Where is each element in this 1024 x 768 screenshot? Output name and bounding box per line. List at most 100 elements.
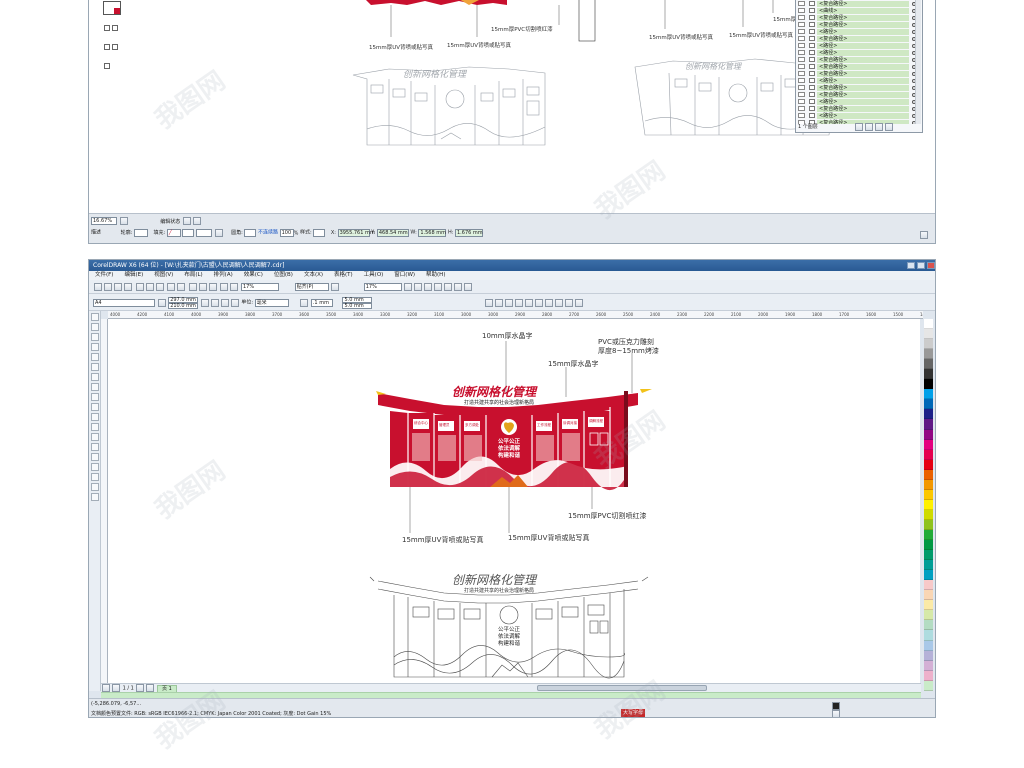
maximize-button[interactable] — [917, 262, 925, 269]
lock-checkbox[interactable] — [809, 92, 815, 97]
object-row[interactable]: <复合路径> — [798, 91, 916, 98]
units-select[interactable]: 毫米 — [254, 299, 289, 307]
palette-swatch[interactable] — [924, 600, 933, 611]
visibility-eye-icon[interactable] — [798, 99, 805, 104]
palette-swatch[interactable] — [924, 529, 933, 541]
w-field[interactable]: 1.568 mm — [418, 229, 447, 237]
menu-item[interactable]: 窗口(W) — [394, 272, 415, 278]
ungroup-icon[interactable] — [515, 299, 524, 307]
palette-swatch[interactable] — [924, 670, 933, 681]
palette-swatch[interactable] — [924, 329, 933, 340]
next-page-icon[interactable] — [136, 684, 145, 692]
visibility-eye-icon[interactable] — [798, 43, 805, 48]
paste-icon[interactable] — [155, 283, 164, 291]
visibility-eye-icon[interactable] — [798, 29, 805, 34]
zoom-arrow-icon[interactable] — [119, 217, 128, 225]
palette-swatch[interactable] — [924, 339, 933, 350]
delete-layer-icon[interactable] — [885, 123, 893, 131]
lock-checkbox[interactable] — [809, 71, 815, 76]
zoom-in-icon[interactable] — [404, 283, 413, 291]
page-size-select[interactable]: A4 — [93, 299, 155, 307]
open-file-icon[interactable] — [104, 283, 112, 291]
color-profile-info[interactable]: 文档颜色预置文件: RGB: sRGB IEC61966-2.1; CMYK: … — [91, 710, 331, 717]
percent-field[interactable]: 100 — [279, 229, 294, 237]
palette-swatch[interactable] — [924, 399, 933, 410]
visibility-eye-icon[interactable] — [798, 71, 805, 76]
visibility-eye-icon[interactable] — [798, 85, 805, 90]
palette-swatch[interactable] — [924, 630, 933, 641]
visibility-eye-icon[interactable] — [798, 78, 805, 83]
object-row[interactable]: <复合路径> — [798, 56, 916, 63]
palette-swatch[interactable] — [924, 540, 933, 551]
prev-page-icon[interactable] — [112, 684, 120, 692]
palette-swatch[interactable] — [924, 650, 933, 661]
zoom-selected-icon[interactable] — [424, 283, 433, 291]
zoom-level-select-2[interactable]: 17% — [363, 283, 402, 291]
style-field[interactable] — [313, 229, 326, 237]
lock-checkbox[interactable] — [809, 29, 815, 34]
portrait-icon[interactable] — [157, 299, 166, 307]
lock-checkbox[interactable] — [809, 8, 815, 13]
palette-swatch[interactable] — [924, 439, 933, 450]
palette-swatch[interactable] — [924, 550, 933, 561]
line-style-field[interactable] — [195, 229, 212, 237]
lock-checkbox[interactable] — [809, 64, 815, 69]
zoom-width-icon[interactable] — [454, 283, 463, 291]
shape-tool-icon[interactable] — [91, 323, 99, 331]
object-row[interactable]: <路径> — [798, 49, 916, 56]
object-row[interactable]: <路径> — [798, 42, 916, 49]
interactive-tool-icon[interactable] — [91, 443, 99, 451]
simplify-icon[interactable] — [565, 299, 574, 307]
snap-select[interactable]: 贴齐(P) — [294, 283, 329, 291]
lock-checkbox[interactable] — [809, 85, 815, 90]
group-icon[interactable] — [505, 299, 514, 307]
app-launcher-icon[interactable] — [220, 283, 229, 291]
menu-item[interactable]: 编辑(E) — [124, 272, 143, 278]
zoom-height-icon[interactable] — [464, 283, 473, 291]
pick-tool-icon[interactable] — [91, 313, 99, 321]
menu-item[interactable]: 排列(A) — [214, 272, 233, 278]
portrait-orientation-icon[interactable] — [200, 299, 209, 307]
align-icon[interactable] — [485, 299, 494, 307]
object-row[interactable]: <路径> — [798, 28, 916, 35]
lock-checkbox[interactable] — [809, 36, 815, 41]
eyedropper-tool-icon[interactable] — [91, 463, 99, 471]
weld-icon[interactable] — [535, 299, 544, 307]
intersect-icon[interactable] — [555, 299, 564, 307]
dimension-tool-icon[interactable] — [91, 423, 99, 431]
rectangle-tool-icon[interactable] — [91, 373, 99, 381]
nudge-icon[interactable] — [300, 299, 309, 307]
vertical-ruler[interactable] — [101, 319, 108, 691]
smart-fill-icon[interactable] — [91, 363, 99, 371]
object-row[interactable]: <复合路径> — [798, 84, 916, 91]
zoom-out-icon[interactable] — [414, 283, 423, 291]
visibility-eye-icon[interactable] — [798, 64, 805, 69]
corner-field[interactable] — [244, 229, 257, 237]
zoom-level-select[interactable]: 17% — [240, 283, 279, 291]
object-row[interactable]: <复合路径> — [798, 35, 916, 42]
visibility-eye-icon[interactable] — [798, 106, 805, 111]
lock-checkbox[interactable] — [809, 1, 815, 6]
menu-item[interactable]: 文件(F) — [95, 272, 113, 278]
search-icon[interactable] — [188, 283, 197, 291]
crop-tool-icon[interactable] — [91, 333, 99, 341]
front-minus-back-icon[interactable] — [575, 299, 584, 307]
object-row[interactable]: <曲线> — [798, 7, 916, 14]
page-height-field[interactable]: 210.0 mm — [168, 303, 199, 309]
first-page-icon[interactable] — [102, 684, 110, 692]
mesh-fill-icon[interactable] — [91, 493, 99, 501]
options-icon[interactable] — [331, 283, 340, 291]
lock-checkbox[interactable] — [809, 15, 815, 20]
palette-swatch[interactable] — [924, 680, 933, 691]
horizontal-scroll-thumb[interactable] — [537, 685, 707, 691]
table-tool-icon[interactable] — [91, 413, 99, 421]
fill-field[interactable]: ╱ — [166, 229, 181, 237]
nudge-field[interactable]: .1 mm — [310, 299, 333, 307]
page-prev-icon[interactable] — [182, 217, 191, 225]
page-tab[interactable]: 编辑状态 — [160, 219, 180, 225]
duplicate-y-field[interactable]: 5.0 mm — [342, 303, 373, 309]
current-page-icon[interactable] — [230, 299, 239, 307]
palette-swatch[interactable] — [924, 620, 933, 631]
visibility-eye-icon[interactable] — [798, 8, 805, 13]
outline-indicator-icon[interactable] — [831, 710, 841, 717]
